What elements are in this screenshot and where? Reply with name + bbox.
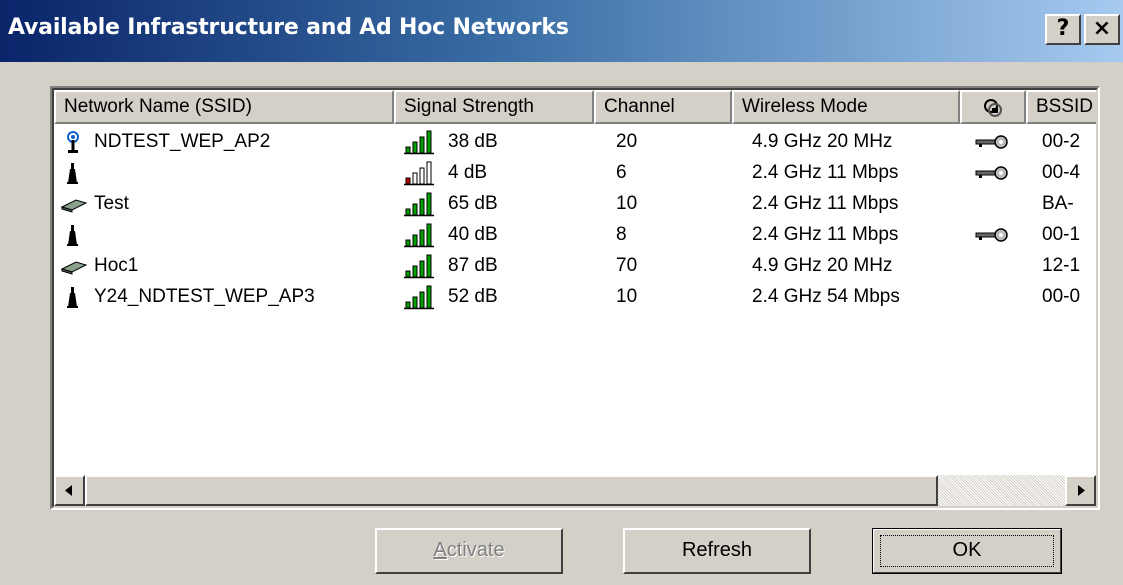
access-point-icon [67, 131, 79, 153]
network-mode: 2.4 GHz 11 Mbps [752, 162, 899, 183]
network-bssid: 00-4 [1042, 162, 1081, 183]
network-mode: 2.4 GHz 11 Mbps [752, 224, 899, 245]
list-header: Network Name (SSID) Signal Strength Chan… [54, 90, 1096, 124]
column-header-ssid[interactable]: Network Name (SSID) [54, 90, 394, 124]
scrollbar-thumb[interactable] [85, 475, 938, 506]
network-row[interactable]: Test 65 dB 10 2.4 GHz 11 Mbps BA- [54, 188, 1096, 219]
network-mode: 4.9 GHz 20 MHz [752, 255, 893, 276]
adhoc-card-icon [60, 261, 88, 275]
network-bssid: BA- [1042, 193, 1074, 214]
network-ssid: Y24_NDTEST_WEP_AP3 [94, 286, 315, 307]
network-mode: 2.4 GHz 11 Mbps [752, 193, 899, 214]
network-signal: 87 dB [448, 255, 498, 276]
network-bssid: 12-1 [1042, 255, 1081, 276]
help-button[interactable]: ? [1045, 14, 1081, 45]
window-title: Available Infrastructure and Ad Hoc Netw… [8, 15, 569, 40]
signal-strength-icon [404, 254, 434, 279]
refresh-button[interactable]: Refresh [623, 528, 811, 574]
ok-button[interactable]: OK [872, 528, 1062, 574]
column-header-bssid[interactable]: BSSID [1026, 90, 1096, 124]
network-bssid: 00-2 [1042, 131, 1081, 152]
network-signal: 38 dB [448, 131, 498, 152]
network-mode: 4.9 GHz 20 MHz [752, 131, 893, 152]
column-header-signal[interactable]: Signal Strength [394, 90, 594, 124]
network-ssid: Hoc1 [94, 255, 139, 276]
antenna-icon [67, 287, 78, 308]
column-header-channel[interactable]: Channel [594, 90, 732, 124]
close-button[interactable]: × [1084, 14, 1120, 45]
network-signal: 40 dB [448, 224, 498, 245]
network-bssid: 00-1 [1042, 224, 1081, 245]
signal-strength-icon [404, 161, 434, 186]
lock-icon [984, 99, 1002, 117]
network-signal: 52 dB [448, 286, 498, 307]
network-row[interactable]: Hoc1 87 dB 70 4.9 GHz 20 MHz 12-1 [54, 250, 1096, 281]
horizontal-scrollbar[interactable] [54, 475, 1096, 506]
network-row[interactable]: 40 dB 8 2.4 GHz 11 Mbps 00-1 [54, 219, 1096, 250]
activate-button[interactable]: Activate [375, 528, 563, 574]
key-icon [975, 166, 1008, 180]
column-header-security[interactable] [960, 90, 1026, 124]
arrow-left-icon [65, 485, 72, 496]
scroll-right-button[interactable] [1065, 475, 1096, 506]
network-channel: 10 [616, 286, 638, 307]
signal-strength-icon [404, 130, 434, 155]
column-header-mode[interactable]: Wireless Mode [732, 90, 960, 124]
arrow-right-icon [1078, 485, 1085, 496]
signal-strength-icon [404, 192, 434, 217]
network-mode: 2.4 GHz 54 Mbps [752, 286, 900, 307]
network-bssid: 00-0 [1042, 286, 1081, 307]
network-signal: 65 dB [448, 193, 498, 214]
network-ssid: NDTEST_WEP_AP2 [94, 131, 271, 152]
network-channel: 6 [616, 162, 627, 183]
network-row[interactable]: 4 dB 6 2.4 GHz 11 Mbps 00-4 [54, 157, 1096, 188]
network-row[interactable]: NDTEST_WEP_AP2 38 dB 20 4.9 GHz 20 MHz 00-2 [54, 126, 1096, 157]
signal-strength-icon [404, 223, 434, 248]
antenna-icon [67, 225, 78, 246]
network-channel: 70 [616, 255, 638, 276]
key-icon [975, 135, 1008, 149]
adhoc-card-icon [60, 199, 88, 213]
network-row[interactable]: Y24_NDTEST_WEP_AP3 52 dB 10 2.4 GHz 54 Mbps… [54, 281, 1096, 312]
antenna-icon [67, 163, 78, 184]
scroll-left-button[interactable] [54, 475, 85, 506]
network-channel: 10 [616, 193, 638, 214]
network-channel: 20 [616, 131, 638, 152]
network-list[interactable]: Network Name (SSID) Signal Strength Chan… [50, 86, 1100, 510]
network-ssid: Test [94, 193, 129, 214]
key-icon [975, 228, 1008, 242]
signal-strength-icon [404, 285, 434, 310]
title-bar[interactable]: Available Infrastructure and Ad Hoc Netw… [0, 0, 1123, 62]
network-channel: 8 [616, 224, 627, 245]
network-signal: 4 dB [448, 162, 488, 183]
